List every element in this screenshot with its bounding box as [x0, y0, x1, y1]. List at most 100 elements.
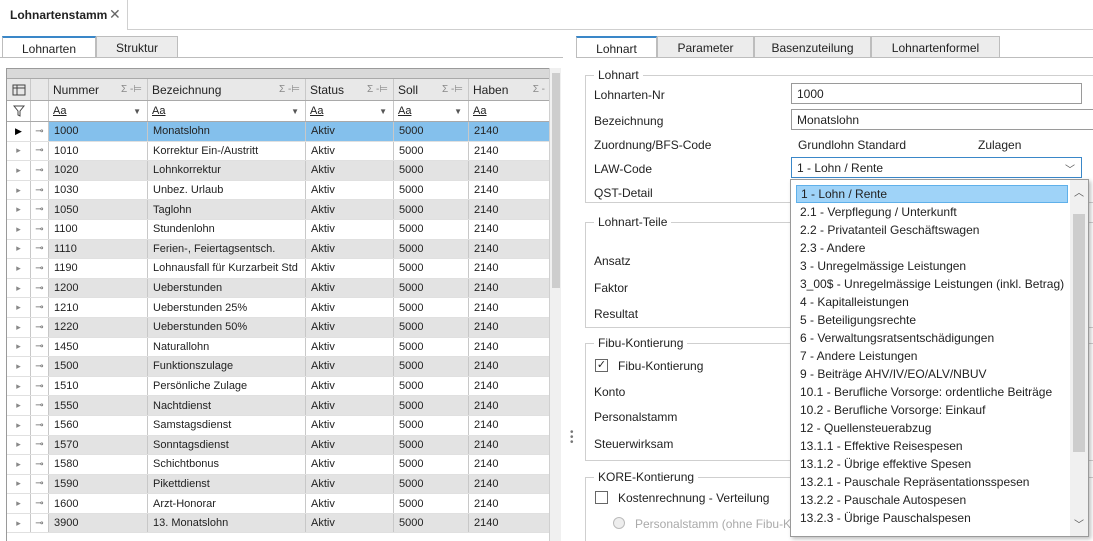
- cell-soll[interactable]: 5000: [394, 200, 469, 219]
- chevron-down-icon[interactable]: ﹀: [1065, 161, 1075, 176]
- pin-row-icon[interactable]: ⊸: [31, 122, 49, 141]
- cell-haben[interactable]: 2140: [469, 494, 549, 513]
- pin-row-icon[interactable]: ⊸: [31, 455, 49, 474]
- cell-haben[interactable]: 2140: [469, 279, 549, 298]
- row-indicator[interactable]: ▸: [7, 298, 31, 317]
- cell-bezeichnung[interactable]: Monatslohn: [148, 122, 306, 141]
- filter-bezeichnung[interactable]: Aa ▼: [148, 101, 306, 121]
- dropdown-option[interactable]: 9 - Beiträge AHV/IV/EO/ALV/NBUV: [796, 365, 1068, 383]
- grid-scrollbar[interactable]: [549, 68, 561, 541]
- cell-status[interactable]: Aktiv: [306, 122, 394, 141]
- table-row[interactable]: ▸ ⊸ 1580 Schichtbonus Aktiv 5000 2140: [7, 455, 549, 475]
- dropdown-option[interactable]: 1 - Lohn / Rente: [796, 185, 1068, 203]
- cell-nummer[interactable]: 1000: [49, 122, 148, 141]
- pin-row-icon[interactable]: ⊸: [31, 337, 49, 357]
- cell-nummer[interactable]: 1190: [49, 259, 148, 278]
- table-row[interactable]: ▸ ⊸ 1550 Nachtdienst Aktiv 5000 2140: [7, 396, 549, 416]
- column-header-status[interactable]: Status Σ -⊨: [306, 79, 394, 100]
- cell-status[interactable]: Aktiv: [306, 435, 394, 455]
- chevron-down-icon[interactable]: ▼: [379, 107, 387, 116]
- filter-haben[interactable]: Aa: [469, 101, 549, 121]
- cell-soll[interactable]: 5000: [394, 396, 469, 415]
- cell-status[interactable]: Aktiv: [306, 357, 394, 376]
- cell-bezeichnung[interactable]: Naturallohn: [148, 337, 306, 357]
- filter-soll[interactable]: Aa ▼: [394, 101, 469, 121]
- pin-row-icon[interactable]: ⊸: [31, 376, 49, 396]
- pin-row-icon[interactable]: ⊸: [31, 415, 49, 435]
- cell-status[interactable]: Aktiv: [306, 513, 394, 533]
- cell-haben[interactable]: 2140: [469, 357, 549, 376]
- tab-lohnart[interactable]: Lohnart: [576, 36, 657, 59]
- cell-haben[interactable]: 2140: [469, 475, 549, 494]
- cell-nummer[interactable]: 1220: [49, 317, 148, 337]
- dropdown-option[interactable]: 3_00$ - Unregelmässige Leistungen (inkl.…: [796, 275, 1068, 293]
- row-indicator[interactable]: ▸: [7, 200, 31, 219]
- summary-pin-icon[interactable]: Σ -⊨: [442, 84, 463, 95]
- cell-soll[interactable]: 5000: [394, 122, 469, 141]
- cell-soll[interactable]: 5000: [394, 141, 469, 161]
- cell-status[interactable]: Aktiv: [306, 141, 394, 161]
- row-indicator[interactable]: ▸: [7, 161, 31, 180]
- tab-lohnartenformel[interactable]: Lohnartenformel: [871, 36, 1000, 58]
- dropdown-option[interactable]: 13.1.2 - Übrige effektive Spesen: [796, 455, 1068, 473]
- dropdown-option[interactable]: 13.2.2 - Pauschale Autospesen: [796, 491, 1068, 509]
- cell-bezeichnung[interactable]: Ueberstunden: [148, 278, 306, 298]
- cell-bezeichnung[interactable]: Funktionszulage: [148, 357, 306, 376]
- cell-soll[interactable]: 5000: [394, 317, 469, 337]
- dropdown-option[interactable]: 13.2.3 - Übrige Pauschalspesen: [796, 509, 1068, 527]
- cell-nummer[interactable]: 1500: [49, 357, 148, 376]
- cell-soll[interactable]: 5000: [394, 494, 469, 513]
- cell-haben[interactable]: 2140: [469, 181, 549, 200]
- row-indicator[interactable]: ▸: [7, 494, 31, 513]
- dropdown-scrollbar[interactable]: ︿ ﹀: [1070, 180, 1088, 536]
- bezeichnung-field[interactable]: Monatslohn: [791, 109, 1093, 130]
- table-row[interactable]: ▸ ⊸ 1210 Ueberstunden 25% Aktiv 5000 2140: [7, 298, 549, 318]
- tab-lohnarten[interactable]: Lohnarten: [2, 36, 96, 59]
- table-row[interactable]: ▸ ⊸ 1110 Ferien-, Feiertagsentsch. Aktiv 5000…: [7, 239, 549, 260]
- cell-haben[interactable]: 2140: [469, 416, 549, 435]
- cell-haben[interactable]: 2140: [469, 396, 549, 415]
- cell-status[interactable]: Aktiv: [306, 161, 394, 180]
- cell-haben[interactable]: 2140: [469, 455, 549, 474]
- row-indicator[interactable]: ▸: [7, 278, 31, 298]
- table-row[interactable]: ▸ ⊸ 1050 Taglohn Aktiv 5000 2140: [7, 200, 549, 220]
- cell-nummer[interactable]: 1100: [49, 219, 148, 239]
- cell-soll[interactable]: 5000: [394, 513, 469, 533]
- cell-bezeichnung[interactable]: Lohnausfall für Kurzarbeit Std: [148, 259, 306, 278]
- cell-nummer[interactable]: 1560: [49, 415, 148, 435]
- personalstamm-radio[interactable]: [613, 517, 625, 529]
- row-indicator[interactable]: ▸: [7, 141, 31, 161]
- table-row[interactable]: ▸ ⊸ 1030 Unbez. Urlaub Aktiv 5000 2140: [7, 180, 549, 201]
- cell-bezeichnung[interactable]: Schichtbonus: [148, 455, 306, 474]
- pin-row-icon[interactable]: ⊸: [31, 239, 49, 259]
- document-tab-lohnartenstamm[interactable]: Lohnartenstamm ✕: [0, 0, 128, 30]
- pin-row-icon[interactable]: ⊸: [31, 219, 49, 239]
- tab-parameter[interactable]: Parameter: [657, 36, 754, 58]
- cell-bezeichnung[interactable]: Sonntagsdienst: [148, 435, 306, 455]
- pin-row-icon[interactable]: ⊸: [31, 474, 49, 494]
- table-row[interactable]: ▸ ⊸ 1190 Lohnausfall für Kurzarbeit Std Akti…: [7, 259, 549, 279]
- law-code-select[interactable]: 1 - Lohn / Rente ﹀: [791, 157, 1082, 178]
- dropdown-option[interactable]: 4 - Kapitalleistungen: [796, 293, 1068, 311]
- cell-nummer[interactable]: 1580: [49, 455, 148, 474]
- row-indicator[interactable]: ▸: [7, 415, 31, 435]
- column-header-soll[interactable]: Soll Σ -⊨: [394, 79, 469, 100]
- cell-nummer[interactable]: 1570: [49, 435, 148, 455]
- cell-status[interactable]: Aktiv: [306, 317, 394, 337]
- cell-soll[interactable]: 5000: [394, 278, 469, 298]
- cell-soll[interactable]: 5000: [394, 298, 469, 317]
- pin-row-icon[interactable]: ⊸: [31, 259, 49, 278]
- close-icon[interactable]: ✕: [109, 6, 121, 23]
- cell-bezeichnung[interactable]: Taglohn: [148, 200, 306, 219]
- cell-nummer[interactable]: 1010: [49, 141, 148, 161]
- fibu-kontierung-checkbox[interactable]: ✓: [595, 359, 608, 372]
- table-row[interactable]: ▸ ⊸ 1450 Naturallohn Aktiv 5000 2140: [7, 337, 549, 358]
- dropdown-option[interactable]: 3 - Unregelmässige Leistungen: [796, 257, 1068, 275]
- cell-bezeichnung[interactable]: Ferien-, Feiertagsentsch.: [148, 239, 306, 259]
- cell-soll[interactable]: 5000: [394, 239, 469, 259]
- tab-basenzuteilung[interactable]: Basenzuteilung: [754, 36, 871, 58]
- pin-row-icon[interactable]: ⊸: [31, 513, 49, 533]
- cell-bezeichnung[interactable]: Persönliche Zulage: [148, 376, 306, 396]
- dropdown-option[interactable]: 13.1.1 - Effektive Reisespesen: [796, 437, 1068, 455]
- table-row[interactable]: ▶ ⊸ 1000 Monatslohn Aktiv 5000 2140: [7, 122, 549, 142]
